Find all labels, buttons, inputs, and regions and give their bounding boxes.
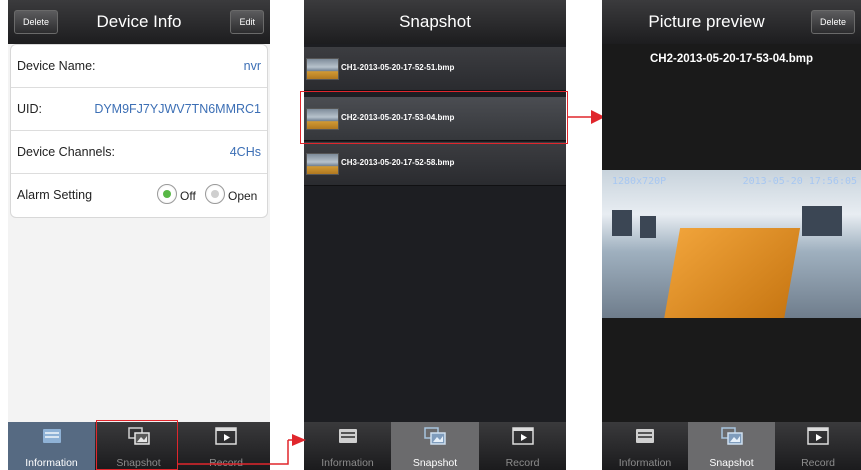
snapshot-icon <box>424 427 446 445</box>
title-bar: Delete Device Info Edit <box>8 0 270 44</box>
device-info-screen: Delete Device Info Edit Device Name: nvr… <box>8 0 270 470</box>
arrow-to-snapshot-icon <box>178 439 304 465</box>
snapshot-image[interactable]: 1280x720P 2013-05-20 17:56:05 <box>602 170 861 318</box>
alarm-off-label: Off <box>180 189 196 203</box>
arrowhead-icon <box>292 434 306 446</box>
tab-record-label: Record <box>801 457 835 469</box>
tab-record[interactable]: Record <box>479 422 566 470</box>
tab-information[interactable]: Information <box>304 422 391 470</box>
tab-snapshot-label: Snapshot <box>412 457 458 469</box>
radio-unselected-dot <box>211 190 219 198</box>
snapshot-tab-highlight <box>96 420 178 470</box>
selected-snapshot-highlight <box>300 91 568 144</box>
edit-button[interactable]: Edit <box>230 10 264 34</box>
snapshot-thumbnail <box>306 58 339 80</box>
snapshot-thumbnail <box>306 153 339 175</box>
delete-button[interactable]: Delete <box>810 10 855 34</box>
tab-snapshot-label: Snapshot <box>709 457 754 469</box>
tab-record-label: Record <box>505 457 540 469</box>
preview-file-name: CH2-2013-05-20-17-53-04.bmp <box>650 53 813 65</box>
camera-timestamp: 2013-05-20 17:56:05 <box>742 176 857 187</box>
snapshot-list-item[interactable]: CH1-2013-05-20-17-52-51.bmp <box>304 47 566 91</box>
title-bar: Snapshot <box>304 0 566 44</box>
snapshot-screen: Snapshot CH1-2013-05-20-17-52-51.bmp CH2… <box>304 0 566 470</box>
alarm-setting-label: Alarm Setting <box>17 188 93 202</box>
title-bar: Picture preview Delete <box>602 0 861 44</box>
information-icon <box>636 429 654 443</box>
bottom-tab-bar: Information Snapshot Record <box>304 422 566 470</box>
tab-information-label: Information <box>618 457 672 469</box>
snapshot-icon <box>720 427 743 445</box>
information-icon <box>338 429 357 443</box>
alarm-setting-row: Alarm Setting Off Open <box>11 174 267 217</box>
monitor-shape <box>802 206 842 236</box>
snapshot-file-name: CH1-2013-05-20-17-52-51.bmp <box>341 63 455 72</box>
bottom-tab-bar: Information Snapshot Record <box>602 422 861 470</box>
uid-row[interactable]: UID: DYM9FJ7YJWV7TN6MMRC1 <box>11 88 267 131</box>
alarm-open-radio[interactable] <box>205 184 225 204</box>
monitor-shape <box>640 216 656 238</box>
record-icon <box>511 427 534 445</box>
device-name-label: Device Name: <box>17 59 96 73</box>
device-channels-label: Device Channels: <box>17 145 115 159</box>
device-info-list: Device Name: nvr UID: DYM9FJ7YJWV7TN6MMR… <box>10 44 268 218</box>
tab-information-label: Information <box>25 457 78 469</box>
picture-preview-screen: Picture preview Delete CH2-2013-05-20-17… <box>602 0 861 470</box>
tab-information[interactable]: Information <box>602 422 688 470</box>
radio-selected-dot <box>163 190 171 198</box>
tab-information-label: Information <box>321 457 374 469</box>
record-icon <box>807 427 829 445</box>
device-name-row[interactable]: Device Name: nvr <box>11 45 267 88</box>
snapshot-list-item[interactable]: CH3-2013-05-20-17-52-58.bmp <box>304 142 566 186</box>
uid-label: UID: <box>17 102 42 116</box>
chair-shape <box>663 228 801 318</box>
alarm-open-label: Open <box>228 189 258 203</box>
page-title: Snapshot <box>399 12 471 31</box>
tab-snapshot[interactable]: Snapshot <box>391 422 479 470</box>
device-name-value: nvr <box>243 59 261 73</box>
page-title: Picture preview <box>648 12 765 31</box>
camera-resolution-stamp: 1280x720P <box>612 176 667 187</box>
information-icon <box>42 429 61 443</box>
tab-record[interactable]: Record <box>775 422 861 470</box>
alarm-off-radio[interactable] <box>157 184 177 204</box>
tab-snapshot[interactable]: Snapshot <box>688 422 775 470</box>
tab-information[interactable]: Information <box>8 422 95 470</box>
arrow-to-preview-icon <box>567 110 605 124</box>
device-channels-row[interactable]: Device Channels: 4CHs <box>11 131 267 174</box>
monitor-shape <box>612 210 632 236</box>
uid-value: DYM9FJ7YJWV7TN6MMRC1 <box>94 102 261 116</box>
snapshot-file-name: CH3-2013-05-20-17-52-58.bmp <box>341 158 455 167</box>
device-channels-value: 4CHs <box>229 145 261 159</box>
